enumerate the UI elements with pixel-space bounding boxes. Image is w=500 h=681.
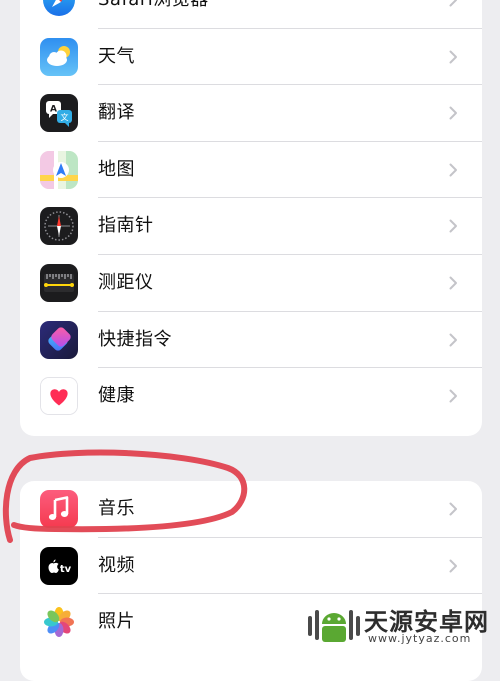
android-logo-icon	[308, 610, 360, 642]
settings-row-label: 视频	[98, 554, 135, 576]
shortcuts-icon	[40, 320, 78, 359]
health-icon	[40, 377, 78, 416]
settings-row-tv[interactable]: tv 视频	[20, 538, 482, 595]
maps-icon	[40, 150, 78, 189]
settings-row-label: 健康	[98, 385, 135, 407]
settings-row-label: 翻译	[98, 102, 135, 124]
chevron-right-icon	[449, 276, 458, 290]
chevron-right-icon	[449, 333, 458, 347]
chevron-right-icon	[449, 559, 458, 573]
chevron-right-icon	[449, 0, 458, 7]
settings-row-measure[interactable]: 测距仪	[20, 255, 482, 312]
chevron-right-icon	[449, 163, 458, 177]
settings-row-health[interactable]: 健康	[20, 368, 482, 425]
weather-icon	[40, 37, 78, 76]
settings-row-compass[interactable]: 指南针	[20, 198, 482, 255]
measure-icon	[40, 264, 78, 302]
settings-row-label: Safari浏览器	[98, 0, 209, 29]
svg-text:文: 文	[61, 112, 69, 122]
settings-row-music[interactable]: 音乐	[20, 481, 482, 538]
settings-row-safari[interactable]: Safari浏览器	[20, 0, 482, 29]
safari-icon	[40, 0, 78, 19]
svg-text:tv: tv	[60, 564, 72, 575]
settings-row-label: 指南针	[98, 215, 154, 237]
translate-icon: A 文	[40, 94, 78, 133]
settings-row-label: 照片	[98, 611, 135, 633]
chevron-right-icon	[449, 219, 458, 233]
watermark-url: www.jytyaz.com	[368, 632, 472, 645]
chevron-right-icon	[449, 502, 458, 516]
settings-group-apps: Safari浏览器 天气	[20, 0, 482, 436]
settings-row-maps[interactable]: 地图	[20, 142, 482, 199]
settings-row-label: 音乐	[98, 498, 135, 519]
compass-icon	[40, 207, 78, 246]
chevron-right-icon	[449, 106, 458, 120]
svg-text:A: A	[50, 105, 57, 115]
settings-row-label: 测距仪	[98, 272, 154, 293]
settings-group-media: 音乐 tv 视频 照片	[20, 481, 482, 681]
site-watermark: 天源安卓网 www.jytyaz.com	[306, 600, 496, 648]
chevron-right-icon	[449, 389, 458, 403]
tv-icon: tv	[40, 546, 78, 585]
settings-row-shortcuts[interactable]: 快捷指令	[20, 312, 482, 369]
chevron-right-icon	[449, 50, 458, 64]
settings-row-weather[interactable]: 天气	[20, 29, 482, 86]
settings-row-translate[interactable]: A 文 翻译	[20, 85, 482, 142]
settings-row-label: 地图	[98, 158, 135, 180]
photos-icon	[40, 603, 78, 642]
settings-row-label: 天气	[98, 45, 135, 67]
music-icon	[40, 490, 78, 528]
settings-row-label: 快捷指令	[98, 328, 172, 350]
